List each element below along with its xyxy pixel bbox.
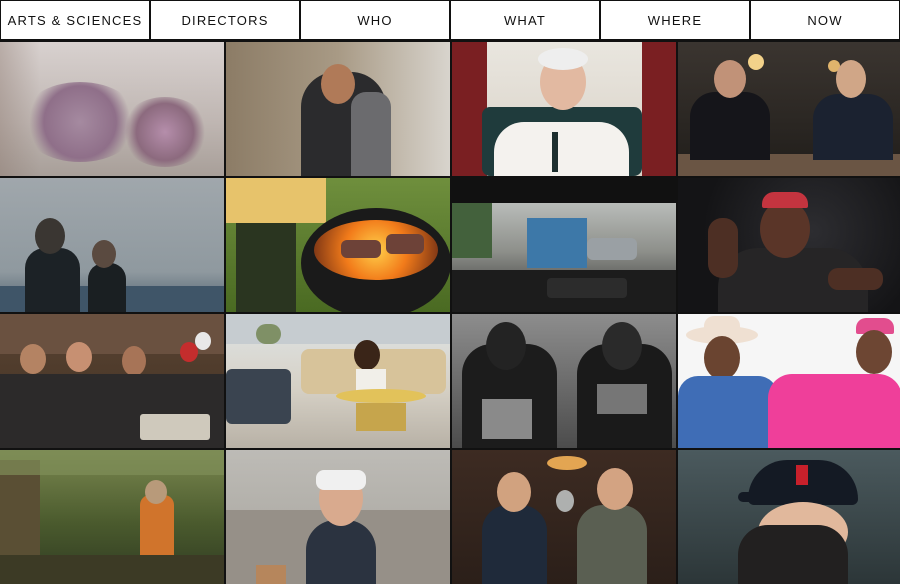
video-thumbnail-grid xyxy=(0,40,900,584)
flowers-tile[interactable] xyxy=(0,42,224,176)
grill-tile[interactable] xyxy=(226,178,450,312)
car-dashboard-tile[interactable] xyxy=(452,178,676,312)
bar-scene-tile[interactable] xyxy=(678,42,900,176)
ocean-swimmers-tile[interactable] xyxy=(0,178,224,312)
nav-who[interactable]: WHO xyxy=(301,1,451,39)
vr-headset-tile[interactable] xyxy=(226,450,450,584)
party-room-tile[interactable] xyxy=(0,314,224,448)
nav-what[interactable]: WHAT xyxy=(451,1,601,39)
nav-now[interactable]: NOW xyxy=(751,1,899,39)
cowboy-hats-tile[interactable] xyxy=(678,314,900,448)
diner-friends-tile[interactable] xyxy=(452,450,676,584)
nav-arts-sciences[interactable]: ARTS & SCIENCES xyxy=(1,1,151,39)
nav-directors[interactable]: DIRECTORS xyxy=(151,1,301,39)
metal-vests-tile[interactable] xyxy=(452,314,676,448)
embrace-tile[interactable] xyxy=(226,42,450,176)
top-navigation: ARTS & SCIENCES DIRECTORS WHO WHAT WHERE… xyxy=(0,0,900,40)
colonel-tile[interactable] xyxy=(452,42,676,176)
living-room-tile[interactable] xyxy=(226,314,450,448)
baseball-tile[interactable] xyxy=(678,450,900,584)
gesture-man-tile[interactable] xyxy=(678,178,900,312)
nav-where[interactable]: WHERE xyxy=(601,1,751,39)
forest-tile[interactable] xyxy=(0,450,224,584)
